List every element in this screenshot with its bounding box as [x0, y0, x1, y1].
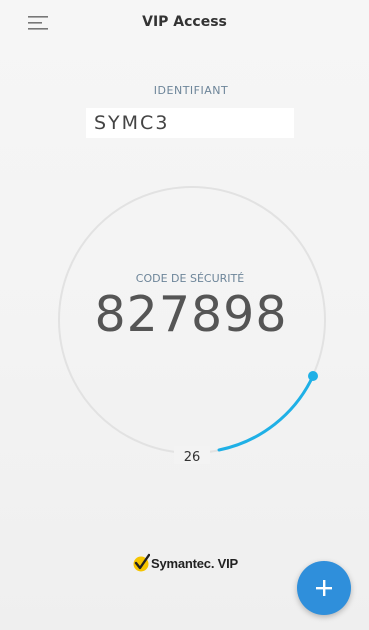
add-credential-button[interactable]: [297, 561, 351, 615]
timer-progress-dot: [308, 371, 318, 381]
brand-text: Symantec. VIP: [151, 555, 238, 571]
security-code-label: CODE DE SÉCURITÉ: [135, 272, 245, 285]
timer-progress-arc: [217, 374, 315, 452]
checkmark-logo-icon: [133, 553, 150, 572]
brand-logo: Symantec. VIP: [132, 552, 238, 574]
vip-access-screen: VIP Access IDENTIFIANT SYMC3 CODE DE SÉC…: [0, 0, 369, 630]
security-code-value: 827898: [94, 286, 288, 343]
plus-icon: [316, 580, 332, 596]
timer-seconds: 26: [183, 450, 201, 465]
